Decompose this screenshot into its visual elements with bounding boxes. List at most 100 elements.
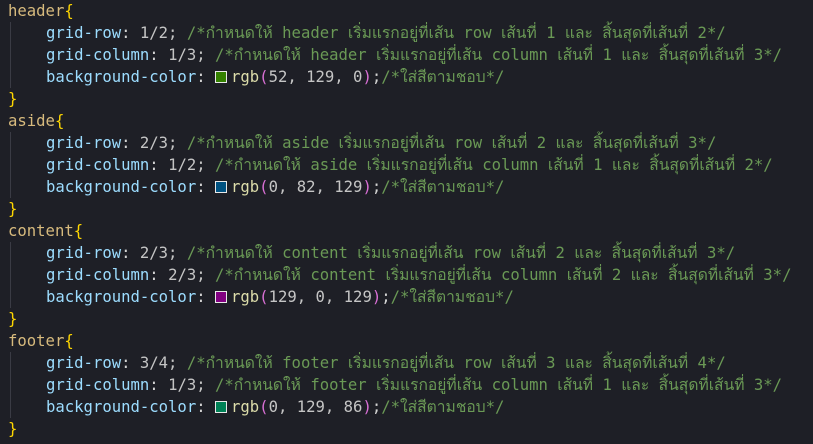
close-paren: ) (362, 398, 372, 416)
property-value: 2/3; (168, 266, 206, 284)
open-paren: ( (259, 178, 269, 196)
property-value: 1/2; (139, 24, 178, 42)
colon: : (196, 68, 215, 86)
close-brace: } (8, 310, 18, 328)
rgb-function: rgb (231, 288, 260, 306)
property-name: grid-row (46, 134, 122, 152)
code-line-grid-column[interactable]: grid-column: 1/2; /*กำหนดให้ aside เริ่ม… (8, 154, 773, 176)
colon: : (121, 354, 140, 372)
property-value: 2/3; (139, 244, 178, 262)
property-name: background-color (46, 398, 197, 416)
color-swatch-icon[interactable] (215, 181, 227, 193)
property-name: grid-column (46, 156, 150, 174)
open-paren: ( (259, 68, 269, 86)
code-comment: /*กำหนดให้ aside เริ่มแรกอยู่ที่เส้น col… (215, 156, 773, 174)
colon: : (196, 178, 215, 196)
rgb-function: rgb (231, 398, 260, 416)
code-comment: /*กำหนดให้ header เริ่มแรกอยู่ที่เส้น co… (215, 46, 783, 64)
code-comment: /*กำหนดให้ aside เริ่มแรกอยู่ที่เส้น row… (186, 134, 717, 152)
colon: : (149, 46, 169, 64)
code-line-grid-column[interactable]: grid-column: 1/3; /*กำหนดให้ header เริ่… (8, 44, 782, 66)
code-line-grid-row[interactable]: grid-row: 2/3; /*กำหนดให้ content เริ่มแ… (8, 242, 735, 264)
code-comment: /*ใส่สีตามชอบ*/ (381, 178, 505, 196)
code-comment: /*กำหนดให้ content เริ่มแรกอยู่ที่เส้น r… (186, 244, 736, 262)
code-line-grid-column[interactable]: grid-column: 2/3; /*กำหนดให้ content เริ… (8, 264, 791, 286)
colon: : (196, 398, 215, 416)
semicolon: ; (381, 288, 391, 306)
code-comment: /*กำหนดให้ header เริ่มแรกอยู่ที่เส้น ro… (186, 24, 726, 42)
code-line-selector[interactable]: header{ (8, 0, 74, 22)
code-line-close[interactable]: } (8, 198, 17, 220)
close-brace: } (8, 200, 18, 218)
code-line-background-color[interactable]: background-color: rgb(129, 0, 129);/*ใส่… (8, 286, 514, 308)
color-swatch-icon[interactable] (215, 401, 227, 413)
css-selector: content (8, 222, 74, 240)
rgb-function: rgb (231, 178, 260, 196)
semicolon: ; (371, 68, 382, 86)
property-name: grid-column (46, 376, 150, 394)
close-brace: } (8, 420, 18, 438)
property-name: grid-column (46, 46, 150, 64)
close-paren: ) (362, 178, 372, 196)
code-comment: /*กำหนดให้ footer เริ่มแรกอยู่ที่เส้น ro… (186, 354, 726, 372)
property-name: background-color (46, 288, 197, 306)
property-name: grid-row (46, 244, 122, 262)
code-line-background-color[interactable]: background-color: rgb(0, 129, 86);/*ใส่ส… (8, 396, 504, 418)
property-value: 1/3; (168, 376, 206, 394)
open-brace: { (73, 222, 84, 240)
open-paren: ( (259, 398, 269, 416)
code-comment: /*ใส่สีตามชอบ*/ (381, 68, 505, 86)
code-line-selector[interactable]: footer{ (8, 330, 74, 352)
open-brace: { (54, 112, 65, 130)
code-line-grid-row[interactable]: grid-row: 1/2; /*กำหนดให้ header เริ่มแร… (8, 22, 726, 44)
code-line-close[interactable]: } (8, 308, 17, 330)
css-selector: header (8, 2, 65, 20)
close-paren: ) (371, 288, 382, 306)
rgb-args: 52, 129, 0 (268, 68, 363, 86)
rgb-args: 0, 129, 86 (268, 398, 363, 416)
colon: : (121, 24, 140, 42)
property-name: background-color (46, 68, 197, 86)
code-line-grid-row[interactable]: grid-row: 3/4; /*กำหนดให้ footer เริ่มแร… (8, 352, 726, 374)
property-name: background-color (46, 178, 197, 196)
close-brace: } (8, 90, 18, 108)
semicolon: ; (371, 398, 382, 416)
property-name: grid-row (46, 354, 122, 372)
code-line-background-color[interactable]: background-color: rgb(0, 82, 129);/*ใส่ส… (8, 176, 504, 198)
open-brace: { (64, 332, 74, 350)
property-value: 3/4; (139, 354, 178, 372)
css-selector: aside (8, 112, 55, 130)
code-line-close[interactable]: } (8, 88, 17, 110)
colon: : (196, 288, 215, 306)
code-comment: /*ใส่สีตามชอบ*/ (381, 398, 505, 416)
code-line-close[interactable]: } (8, 418, 17, 440)
code-comment: /*กำหนดให้ content เริ่มแรกอยู่ที่เส้น c… (215, 266, 792, 284)
semicolon: ; (371, 178, 382, 196)
code-line-selector[interactable]: aside{ (8, 110, 64, 132)
colon: : (149, 266, 169, 284)
rgb-function: rgb (231, 68, 260, 86)
code-line-grid-row[interactable]: grid-row: 2/3; /*กำหนดให้ aside เริ่มแรก… (8, 132, 716, 154)
property-value: 1/2; (168, 156, 206, 174)
code-line-background-color[interactable]: background-color: rgb(52, 129, 0);/*ใส่ส… (8, 66, 504, 88)
css-selector: footer (8, 332, 65, 350)
color-swatch-icon[interactable] (215, 291, 227, 303)
close-paren: ) (362, 68, 372, 86)
property-value: 1/3; (168, 46, 206, 64)
rgb-args: 0, 82, 129 (268, 178, 363, 196)
code-comment: /*ใส่สีตามชอบ*/ (390, 288, 514, 306)
color-swatch-icon[interactable] (215, 71, 227, 83)
open-brace: { (64, 2, 74, 20)
colon: : (121, 134, 140, 152)
property-name: grid-column (46, 266, 150, 284)
code-editor[interactable]: header{ grid-row: 1/2; /*กำหนดให้ header… (0, 0, 813, 444)
colon: : (121, 244, 140, 262)
code-line-grid-column[interactable]: grid-column: 1/3; /*กำหนดให้ footer เริ่… (8, 374, 782, 396)
colon: : (149, 156, 169, 174)
rgb-args: 129, 0, 129 (268, 288, 372, 306)
property-value: 2/3; (139, 134, 178, 152)
colon: : (149, 376, 169, 394)
property-name: grid-row (46, 24, 122, 42)
code-comment: /*กำหนดให้ footer เริ่มแรกอยู่ที่เส้น co… (215, 376, 783, 394)
code-line-selector[interactable]: content{ (8, 220, 83, 242)
